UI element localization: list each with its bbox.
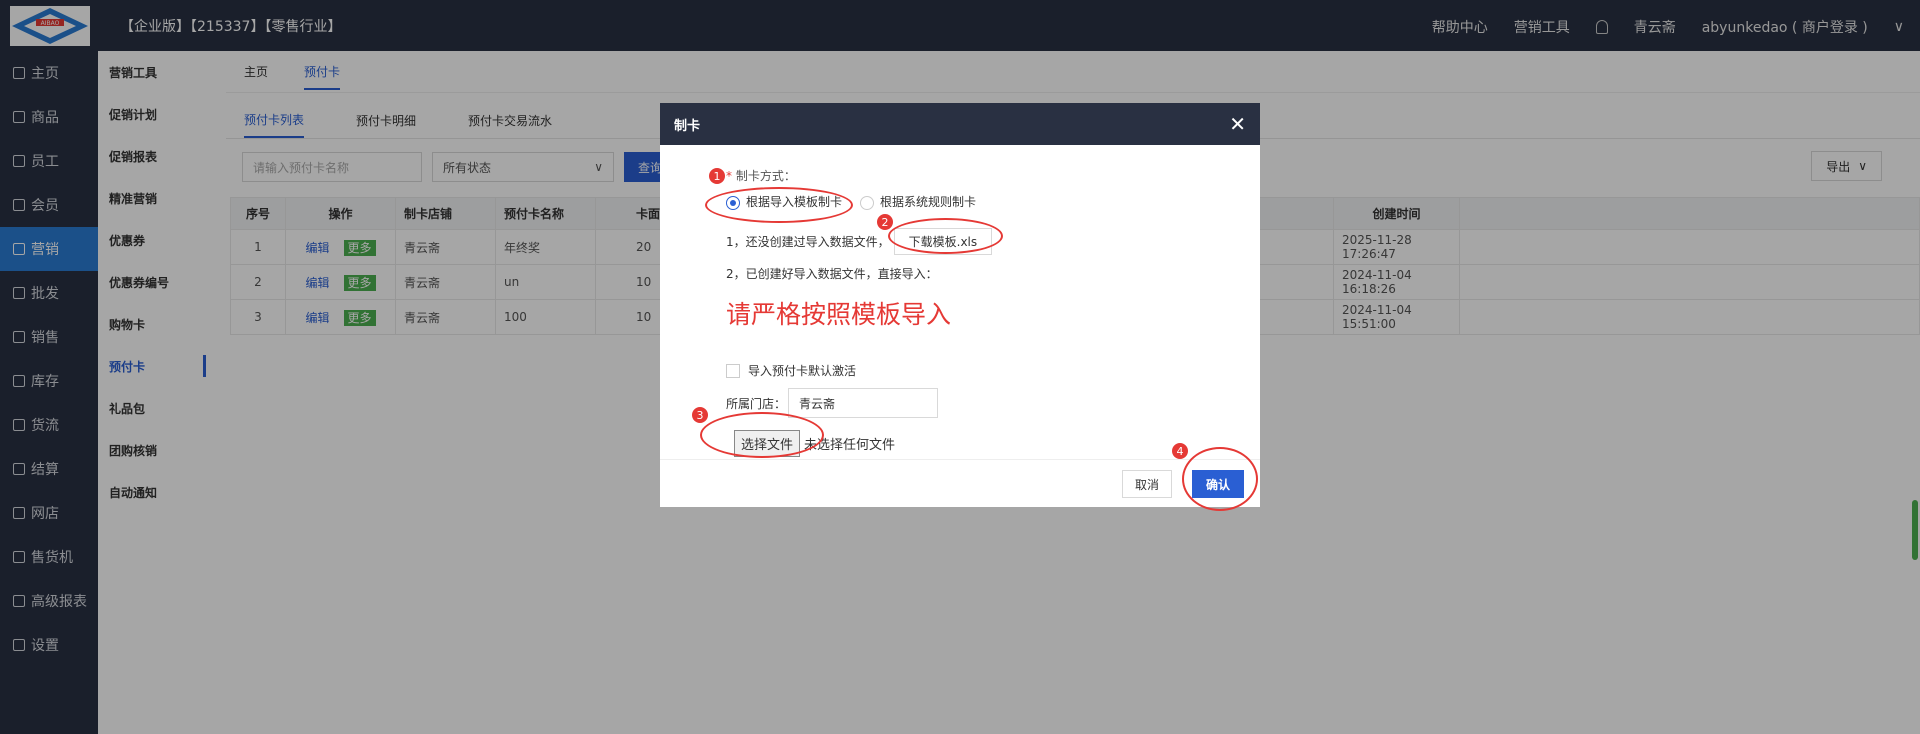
import-warning: 请严格按照模板导入 — [726, 300, 952, 329]
activate-checkbox-row[interactable]: 导入预付卡默认激活 — [726, 362, 856, 379]
checkbox[interactable] — [726, 363, 740, 378]
method-label: * 制卡方式： — [726, 169, 796, 183]
radio-unchecked-icon — [860, 195, 875, 210]
step-two: 2，已创建好导入数据文件，直接导入： — [726, 267, 938, 281]
radio-system-rule[interactable]: 根据系统规则制卡 — [860, 193, 976, 210]
annotation-number: 3 — [692, 407, 708, 423]
annotation-number: 4 — [1172, 443, 1188, 459]
dialog-footer: 取消 确认 — [660, 459, 1260, 507]
annotation-number: 2 — [877, 214, 893, 230]
annotation-ring — [700, 412, 824, 458]
close-icon[interactable]: ✕ — [1229, 112, 1246, 136]
annotation-ring — [1182, 447, 1258, 511]
dialog-title: 制卡 — [674, 118, 701, 134]
annotation-ring — [705, 187, 853, 223]
dialog-header: 制卡 ✕ — [660, 103, 1260, 145]
store-input[interactable]: 青云斋 — [788, 388, 939, 418]
annotation-ring — [888, 218, 1003, 254]
required-mark: * — [726, 169, 732, 183]
cancel-button[interactable]: 取消 — [1121, 470, 1172, 498]
annotation-number: 1 — [709, 168, 725, 184]
